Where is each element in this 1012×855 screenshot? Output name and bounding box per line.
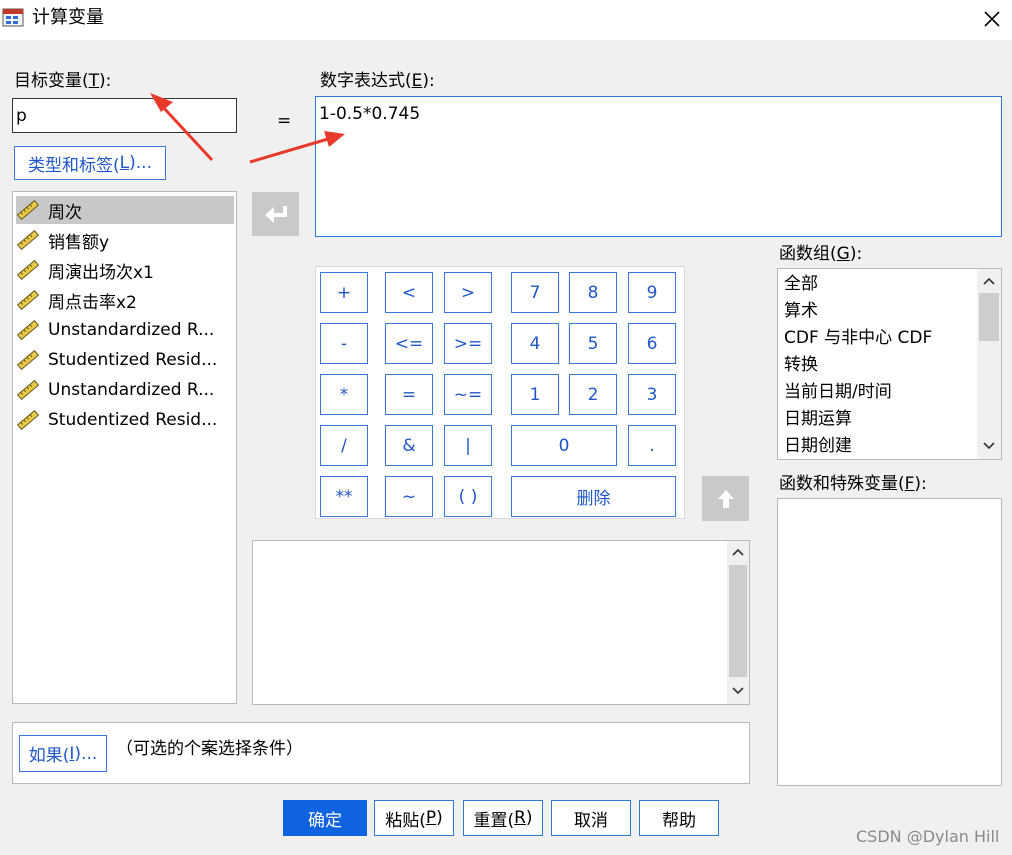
annotation-arrowhead (324, 131, 345, 147)
annotation-arrowhead (150, 93, 173, 112)
annotation-arrow (249, 137, 329, 164)
annotation-arrows (150, 93, 345, 164)
annotation-arrow (160, 104, 214, 162)
